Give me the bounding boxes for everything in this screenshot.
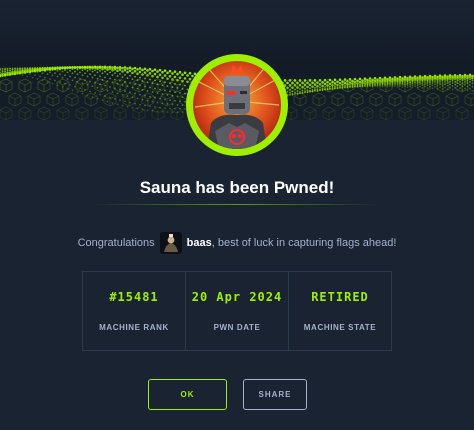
machine-avatar bbox=[186, 54, 288, 156]
share-button[interactable]: SHARE bbox=[243, 379, 307, 410]
pwn-date-value: 20 Apr 2024 bbox=[191, 290, 283, 304]
stats-panel: #15481 MACHINE RANK 20 Apr 2024 PWN DATE… bbox=[82, 271, 392, 351]
congrats-suffix: , best of luck in capturing flags ahead! bbox=[211, 237, 397, 249]
pwned-title: Sauna has been Pwned! bbox=[139, 178, 335, 197]
username[interactable]: baas bbox=[187, 237, 212, 249]
machine-rank-value: #15481 bbox=[109, 290, 159, 304]
congrats-prefix: Congratulations bbox=[77, 237, 155, 249]
title-divider bbox=[94, 204, 380, 205]
stat-machine-rank: #15481 MACHINE RANK bbox=[83, 272, 186, 350]
user-avatar bbox=[159, 232, 182, 254]
machine-rank-label: MACHINE RANK bbox=[99, 323, 169, 332]
machine-state-label: MACHINE STATE bbox=[303, 323, 377, 332]
congratulations-message: Congratulations baas , best of luck in c… bbox=[0, 232, 474, 254]
stat-pwn-date: 20 Apr 2024 PWN DATE bbox=[186, 272, 289, 350]
ok-button[interactable]: OK bbox=[148, 379, 227, 410]
stat-machine-state: RETIRED MACHINE STATE bbox=[289, 272, 391, 350]
machine-avatar-robot-icon bbox=[193, 61, 281, 149]
pwn-date-label: PWN DATE bbox=[213, 323, 261, 332]
machine-state-value: RETIRED bbox=[311, 290, 369, 304]
